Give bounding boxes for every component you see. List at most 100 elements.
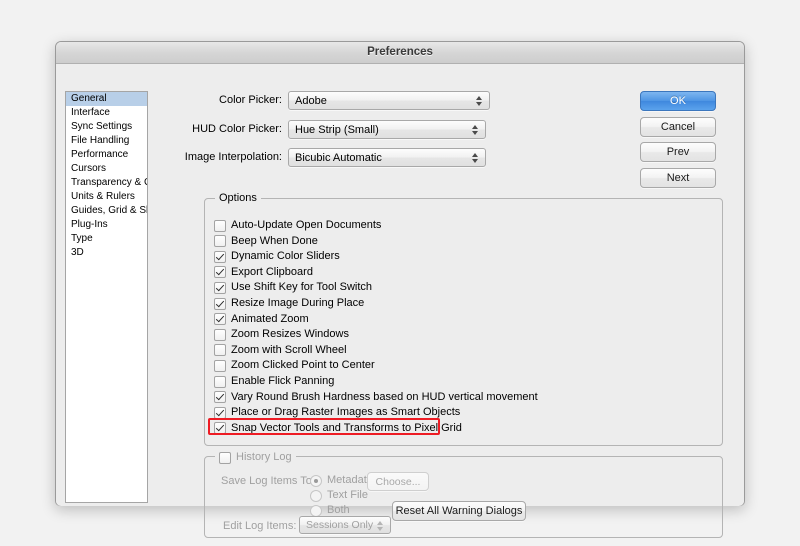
sidebar-item-label: Units & Rulers (71, 191, 135, 202)
history-log-group: History Log Save Log Items To: Metadata T… (204, 450, 723, 538)
category-sidebar[interactable]: General Interface Sync Settings File Handli… (65, 91, 148, 503)
checkbox-zoom-resizes-windows[interactable] (214, 328, 226, 341)
checkbox-label: Dynamic Color Sliders (231, 250, 340, 263)
checkbox-label: Use Shift Key for Tool Switch (231, 281, 373, 294)
checkbox-row-vary-round-brush-hardness-based-on-hud-vertical-[interactable]: Vary Round Brush Hardness based on HUD v… (214, 390, 538, 405)
options-group-title: Options (215, 192, 261, 204)
checkbox-enable-flick-panning[interactable] (214, 375, 226, 388)
radio-both[interactable] (310, 504, 322, 517)
checkbox-row-animated-zoom[interactable]: Animated Zoom (214, 312, 309, 327)
sidebar-item-label: Interface (71, 107, 110, 118)
sidebar-item-cursors[interactable]: Cursors (66, 162, 147, 176)
history-log-group-title[interactable]: History Log (215, 450, 296, 467)
sidebar-item-sync-settings[interactable]: Sync Settings (66, 120, 147, 134)
checkbox-export-clipboard[interactable] (214, 266, 226, 279)
sidebar-item-transparency-gamut[interactable]: Transparency & Gamut (66, 176, 147, 190)
sidebar-item-label: Sync Settings (71, 121, 133, 132)
image-interpolation-popup[interactable]: Bicubic Automatic (288, 148, 486, 167)
sidebar-item-3d[interactable]: 3D (66, 246, 147, 260)
history-log-label: History Log (236, 451, 292, 463)
sidebar-item-general[interactable]: General (66, 92, 147, 106)
checkbox-use-shift-key-for-tool-switch[interactable] (214, 281, 226, 294)
sidebar-item-label: Plug-Ins (71, 219, 108, 230)
checkbox-row-beep-when-done[interactable]: Beep When Done (214, 234, 318, 249)
checkbox-row-zoom-resizes-windows[interactable]: Zoom Resizes Windows (214, 327, 349, 342)
sidebar-item-units-rulers[interactable]: Units & Rulers (66, 190, 147, 204)
radio-metadata[interactable] (310, 474, 322, 487)
sidebar-item-guides-grid-slices[interactable]: Guides, Grid & Slices (66, 204, 147, 218)
edit-log-items-value: Sessions Only (306, 519, 374, 531)
checkbox-resize-image-during-place[interactable] (214, 297, 226, 310)
radio-row-metadata[interactable]: Metadata (310, 473, 373, 488)
checkbox-row-resize-image-during-place[interactable]: Resize Image During Place (214, 296, 364, 311)
checkbox-label: Resize Image During Place (231, 297, 365, 309)
checkbox-label: Auto-Update Open Documents (231, 219, 382, 231)
choose-button[interactable]: Choose... (367, 472, 429, 491)
checkbox-row-auto-update-open-documents[interactable]: Auto-Update Open Documents (214, 218, 381, 233)
window-title: Preferences (367, 46, 433, 58)
color-picker-row: Color Picker: Adobe (219, 91, 490, 110)
checkbox-label: Snap Vector Tools and Transforms to Pixe… (231, 421, 462, 434)
sidebar-item-file-handling[interactable]: File Handling (66, 134, 147, 148)
checkbox-vary-round-brush-hardness-based-on-hud-vertical-[interactable] (214, 391, 226, 404)
checkbox-snap-vector-tools-and-transforms-to-pixel-grid[interactable] (214, 422, 226, 435)
sidebar-item-label: Cursors (71, 163, 107, 174)
chevron-updown-icon (472, 93, 486, 108)
history-log-checkbox[interactable] (219, 451, 231, 464)
checkbox-label: Zoom Clicked Point to Center (231, 359, 375, 372)
checkbox-row-place-or-drag-raster-images-as-smart-objects[interactable]: Place or Drag Raster Images as Smart Obj… (214, 405, 460, 420)
color-picker-popup[interactable]: Adobe (288, 91, 490, 110)
options-group: Options Auto-Update Open Documents Beep W… (204, 192, 723, 446)
edit-log-items-popup[interactable]: Sessions Only (299, 516, 391, 534)
color-picker-label: Color Picker: (219, 94, 282, 106)
checkbox-row-zoom-with-scroll-wheel[interactable]: Zoom with Scroll Wheel (214, 343, 347, 358)
checkbox-label: Export Clipboard (231, 265, 313, 278)
checkbox-zoom-clicked-point-to-center[interactable] (214, 359, 226, 372)
checkbox-beep-when-done[interactable] (214, 235, 226, 248)
sidebar-item-label: Guides, Grid & Slices (71, 205, 147, 216)
checkbox-place-or-drag-raster-images-as-smart-objects[interactable] (214, 406, 226, 419)
reset-all-warning-dialogs-button[interactable]: Reset All Warning Dialogs (392, 501, 526, 521)
hud-color-picker-row: HUD Color Picker: Hue Strip (Small) (192, 120, 486, 139)
sidebar-item-interface[interactable]: Interface (66, 106, 147, 120)
image-interpolation-label: Image Interpolation: (184, 151, 282, 163)
sidebar-item-label: File Handling (71, 135, 130, 146)
ok-button[interactable]: OK (640, 91, 716, 111)
next-button[interactable]: Next (640, 168, 716, 188)
image-interpolation-row: Image Interpolation: Bicubic Automatic (185, 148, 486, 167)
checkbox-row-snap-vector-tools-and-transforms-to-pixel-grid[interactable]: Snap Vector Tools and Transforms to Pixe… (214, 421, 462, 436)
image-interpolation-value: Bicubic Automatic (295, 152, 382, 164)
history-log-enable-row[interactable]: History Log (219, 450, 292, 465)
sidebar-item-type[interactable]: Type (66, 232, 147, 246)
prev-button[interactable]: Prev (640, 142, 716, 162)
radio-row-text-file[interactable]: Text File (310, 488, 368, 503)
checkbox-auto-update-open-documents[interactable] (214, 219, 226, 232)
color-picker-value: Adobe (295, 95, 327, 107)
chevron-updown-icon (373, 518, 387, 533)
checkbox-label: Beep When Done (231, 234, 318, 247)
checkbox-row-export-clipboard[interactable]: Export Clipboard (214, 265, 313, 280)
checkbox-label: Animated Zoom (231, 312, 309, 325)
cancel-button[interactable]: Cancel (640, 117, 716, 137)
sidebar-item-performance[interactable]: Performance (66, 148, 147, 162)
checkbox-row-use-shift-key-for-tool-switch[interactable]: Use Shift Key for Tool Switch (214, 280, 372, 295)
checkbox-dynamic-color-sliders[interactable] (214, 250, 226, 263)
checkbox-row-dynamic-color-sliders[interactable]: Dynamic Color Sliders (214, 249, 340, 264)
checkbox-row-enable-flick-panning[interactable]: Enable Flick Panning (214, 374, 334, 389)
chevron-updown-icon (468, 150, 482, 165)
checkbox-row-zoom-clicked-point-to-center[interactable]: Zoom Clicked Point to Center (214, 358, 375, 373)
radio-label: Metadata (327, 474, 373, 486)
radio-label: Text File (327, 489, 368, 501)
checkbox-animated-zoom[interactable] (214, 313, 226, 326)
edit-log-items-row[interactable]: Sessions Only (299, 516, 391, 535)
hud-color-picker-label: HUD Color Picker: (192, 123, 282, 135)
checkbox-label: Place or Drag Raster Images as Smart Obj… (231, 406, 461, 419)
save-log-items-to-label: Save Log Items To: (221, 475, 315, 487)
checkbox-zoom-with-scroll-wheel[interactable] (214, 344, 226, 357)
hud-color-picker-popup[interactable]: Hue Strip (Small) (288, 120, 486, 139)
sidebar-item-plug-ins[interactable]: Plug-Ins (66, 218, 147, 232)
edit-log-items-label: Edit Log Items: (223, 520, 297, 532)
radio-text-file[interactable] (310, 489, 322, 502)
sidebar-item-label: General (71, 93, 107, 104)
checkbox-label: Zoom Resizes Windows (231, 328, 349, 341)
